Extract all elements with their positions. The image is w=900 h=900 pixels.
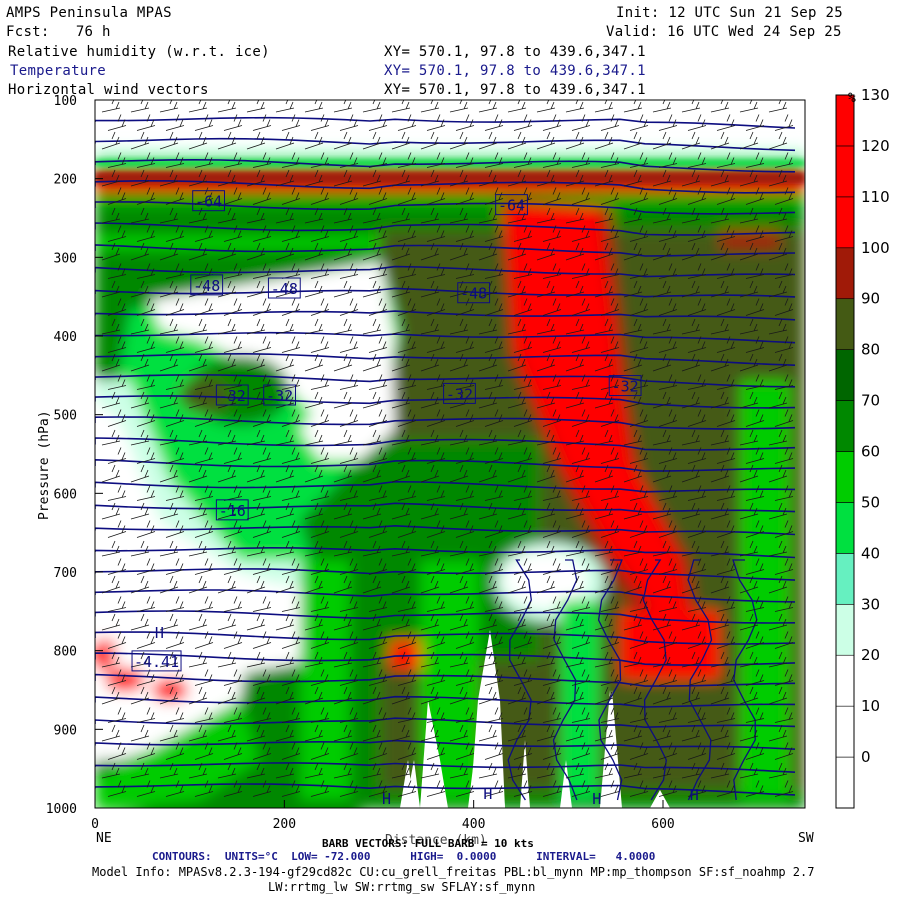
barb-legend: BARB VECTORS: FULL BARB = 10 kts	[322, 837, 534, 850]
colorbar-band	[835, 705, 855, 758]
colorbar-label: 90	[861, 290, 880, 308]
temperature-label: -32	[612, 378, 639, 396]
colorbar-band	[835, 756, 855, 809]
rh-region	[105, 668, 145, 692]
temperature-label: -4.41	[134, 653, 179, 671]
temperature-label: -16	[219, 502, 246, 520]
y-axis-label: Pressure (hPa)	[37, 410, 52, 520]
colorbar-label: 110	[861, 188, 890, 206]
colorbar-label: 60	[861, 443, 880, 461]
temperature-label: -32	[266, 387, 293, 405]
colorbar-label: 30	[861, 595, 880, 613]
colorbar-band	[835, 451, 855, 503]
temperature-label: -64	[195, 193, 222, 211]
rh-region	[95, 640, 115, 670]
x-tick-label: 200	[273, 817, 296, 832]
colorbar-band	[835, 400, 855, 452]
colorbar-label: 0	[861, 748, 871, 766]
colorbar-band	[835, 247, 855, 300]
y-tick-label: 300	[54, 251, 77, 266]
high-marker: H	[592, 790, 601, 808]
x-end-right: SW	[798, 831, 814, 846]
colorbar-band	[835, 603, 855, 656]
temperature-label: -32	[446, 385, 473, 403]
y-tick-label: 1000	[46, 802, 77, 817]
temperature-label: -32	[219, 387, 246, 405]
temperature-label: -48	[271, 280, 298, 298]
colorbar-label: 130	[861, 86, 890, 104]
y-tick-label: 600	[54, 487, 77, 502]
model-info: Model Info: MPASv8.2.3-194-gf29cd82c CU:…	[92, 865, 815, 879]
y-tick-label: 800	[54, 645, 77, 660]
colorbar-label: 80	[861, 341, 880, 359]
colorbar: 1301201101009080706050403020100	[835, 86, 890, 809]
temperature-label: -48	[193, 277, 220, 295]
y-tick-label: 400	[54, 330, 77, 345]
temperature-label: -64	[498, 197, 525, 215]
colorbar-band	[835, 145, 855, 198]
y-tick-label: 100	[54, 94, 77, 109]
colorbar-label: 100	[861, 239, 890, 257]
y-tick-label: 900	[54, 723, 77, 738]
colorbar-label: 70	[861, 392, 880, 410]
contour-info: CONTOURS: UNITS=°C LOW= -72.000 HIGH= 0.…	[152, 850, 656, 863]
x-end-left: NE	[96, 831, 112, 846]
high-marker: H	[483, 785, 492, 803]
y-tick-label: 700	[54, 566, 77, 581]
cross-section-chart: -64 -64 -48 -48 -48 -32 -32 -32 -32 -16 -4.41 H H H H H…	[46, 86, 890, 832]
colorbar-band	[835, 349, 855, 401]
high-marker: H	[690, 786, 699, 804]
colorbar-band	[835, 298, 855, 350]
plot-area: -64 -64 -48 -48 -48 -32 -32 -32 -32 -16 -4.41 H H H H H	[95, 100, 805, 808]
high-marker: H	[382, 790, 391, 808]
y-tick-label: 500	[54, 409, 77, 424]
colorbar-label: 40	[861, 544, 880, 562]
temperature-label: -48	[460, 285, 487, 303]
x-tick-label: 400	[462, 817, 485, 832]
colorbar-label: 50	[861, 493, 880, 511]
colorbar-band	[835, 196, 855, 249]
high-marker: H	[155, 624, 164, 642]
colorbar-band	[835, 654, 855, 707]
colorbar-unit: %	[848, 91, 856, 106]
colorbar-label: 20	[861, 646, 880, 664]
model-info-physics: LW:rrtmg_lw SW:rrtmg_sw SFLAY:sf_mynn	[268, 880, 536, 894]
colorbar-band	[835, 553, 855, 605]
x-tick-label: 0	[91, 817, 99, 832]
rh-region	[152, 678, 188, 702]
x-tick-label: 600	[651, 817, 674, 832]
y-tick-label: 200	[54, 173, 77, 188]
colorbar-label: 10	[861, 697, 880, 715]
colorbar-label: 120	[861, 137, 890, 155]
colorbar-band	[835, 502, 855, 554]
rh-region	[503, 552, 587, 608]
